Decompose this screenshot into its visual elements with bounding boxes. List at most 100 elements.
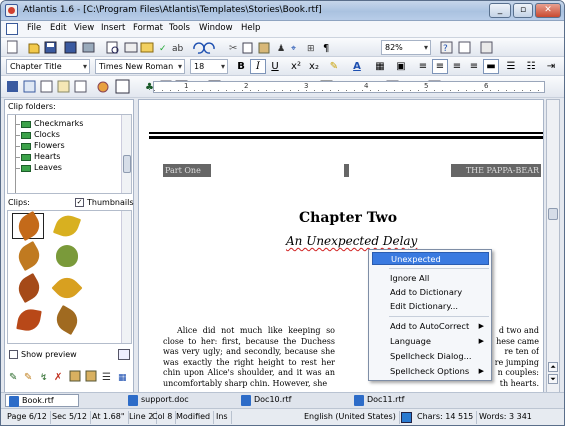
clip-leaf-6[interactable] (51, 272, 83, 304)
svg-text:¶: ¶ (323, 43, 329, 54)
menu-language[interactable]: Language ▶ (372, 335, 489, 348)
menu-add-to-autocorrect[interactable]: Add to AutoCorrect ▶ (372, 320, 489, 333)
clip-leaf-8[interactable] (51, 304, 83, 336)
paragraph-shading-button[interactable]: ▦ (372, 59, 388, 74)
menu-separator (389, 268, 489, 269)
body-line: re ten of (504, 347, 539, 356)
bullets-button[interactable]: ☰ (503, 59, 519, 74)
top-rule-thick (149, 136, 543, 139)
highlight-button[interactable]: ✎ (326, 59, 342, 74)
tab-book[interactable]: Book.rtf (5, 394, 79, 407)
borders-button[interactable]: ▣ (393, 59, 409, 74)
menu-spellcheck-dialog[interactable]: Spellcheck Dialog... (372, 350, 489, 363)
menu-file[interactable]: File (27, 23, 41, 33)
submenu-arrow-icon: ▶ (478, 337, 484, 345)
show-preview-checkbox[interactable] (9, 350, 18, 359)
thumbnails-label: Thumbnails (87, 198, 134, 207)
status-position: At 1.68" (89, 411, 129, 424)
folder-item-clocks[interactable]: Clocks (34, 130, 60, 139)
menu-ignore-all[interactable]: Ignore All (372, 272, 489, 285)
italic-button[interactable]: I (250, 59, 266, 74)
underline-button[interactable]: U (267, 59, 283, 74)
toolbar-right-icons[interactable]: ? (439, 40, 559, 55)
document-scroll-thumb[interactable] (548, 208, 558, 220)
menu-item-label: Add to AutoCorrect (390, 321, 470, 331)
clips-gallery[interactable] (7, 210, 132, 344)
ruler-number: 5 (424, 82, 429, 90)
body-column-1: Alice did not much like keeping so close… (163, 326, 335, 388)
chars-icon (401, 412, 412, 423)
menu-help[interactable]: Help (241, 23, 260, 33)
standard-toolbar-icons[interactable]: ✓ ab ✂ ♟ ⌖ ⊞ ¶ (7, 40, 337, 55)
tools-toolbar: ♣ ☺ ζ ⊕ ⋯ ⌐ ✋ ⚡ ▤ ▤ ← → 1 2 3 4 (1, 76, 564, 98)
app-icon (5, 4, 18, 17)
minimize-button[interactable]: _ (489, 3, 511, 18)
clip-folder-tree[interactable]: Checkmarks Clocks Flowers Hearts Leaves (7, 114, 132, 194)
zoom-select[interactable]: 82% (381, 40, 431, 55)
ruler[interactable]: 1 2 3 4 5 6 (153, 81, 546, 93)
justify-button[interactable]: ≡ (466, 59, 482, 74)
svg-text:ab: ab (172, 44, 184, 54)
prev-page-button[interactable]: ⏶ (548, 362, 558, 372)
numbering-button[interactable]: ☷ (523, 59, 539, 74)
folder-icon (21, 132, 31, 139)
menu-tools[interactable]: Tools (169, 23, 190, 33)
size-select[interactable]: 18 (190, 59, 228, 74)
subscript-button[interactable]: x₂ (306, 59, 322, 74)
menu-add-to-dictionary[interactable]: Add to Dictionary (372, 286, 489, 299)
close-button[interactable]: ✕ (535, 3, 561, 18)
tab-support[interactable]: support.doc (125, 394, 205, 407)
menu-format[interactable]: Format (133, 23, 163, 33)
menu-edit-dictionary[interactable]: Edit Dictionary... (372, 300, 489, 313)
folder-item-hearts[interactable]: Hearts (34, 152, 60, 161)
menu-view[interactable]: View (74, 23, 94, 33)
next-page-button[interactable]: ⏷ (548, 374, 558, 384)
align-center-button[interactable]: ≡ (432, 59, 448, 74)
menu-window[interactable]: Window (199, 23, 233, 33)
folder-item-flowers[interactable]: Flowers (34, 141, 65, 150)
status-chars: Chars: 14 515 (414, 411, 478, 424)
bold-button[interactable]: B (233, 59, 249, 74)
folder-item-leaves[interactable]: Leaves (34, 163, 62, 172)
tree-line (15, 124, 20, 125)
line-spacing-button[interactable]: ▬ (483, 59, 499, 74)
body-line: d two and (498, 326, 539, 335)
align-left-button[interactable]: ≡ (415, 59, 431, 74)
menu-spellcheck-options[interactable]: Spellcheck Options ▶ (372, 365, 489, 378)
menu-insert[interactable]: Insert (101, 23, 125, 33)
chapter-subtitle: An Unexpected Delay (286, 234, 418, 248)
doc-icon[interactable] (6, 23, 18, 35)
tree-line (15, 157, 20, 158)
tab-doc11[interactable]: Doc11.rtf (351, 394, 431, 407)
thumbnails-checkbox[interactable]: ✓ (75, 198, 84, 207)
folder-icon (21, 121, 31, 128)
clip-leaf-7[interactable] (16, 307, 42, 333)
font-color-button[interactable]: A (349, 59, 365, 74)
submenu-arrow-icon: ▶ (478, 367, 484, 375)
align-right-button[interactable]: ≡ (449, 59, 465, 74)
clips-scrollbar[interactable] (121, 211, 131, 343)
tab-doc10[interactable]: Doc10.rtf (238, 394, 318, 407)
menu-edit[interactable]: Edit (50, 23, 66, 33)
superscript-button[interactable]: x² (288, 59, 304, 74)
panel-toolbar-icons[interactable] (6, 79, 136, 94)
clip-leaf-5[interactable] (13, 272, 45, 304)
folder-item-checkmarks[interactable]: Checkmarks (34, 119, 83, 128)
status-language: English (United States) (301, 411, 400, 424)
menu-item-label: Spellcheck Options (390, 366, 470, 376)
document-scrollbar[interactable]: ⏶ ⏷ (546, 99, 560, 393)
indent-button[interactable]: ⇥ (543, 59, 559, 74)
clip-leaf-4[interactable] (56, 245, 78, 267)
font-select[interactable]: Times New Roman (95, 59, 185, 74)
clip-leaf-2[interactable] (52, 211, 82, 241)
suggestion-unexpected[interactable]: Unexpected (372, 252, 489, 265)
clip-tool-icons[interactable]: ✎ ✎ ↯ ✗ ☰ ▦ (8, 368, 132, 384)
clip-leaf-3[interactable] (13, 240, 45, 272)
preview-button[interactable] (118, 349, 130, 360)
scroll-thumb[interactable] (123, 155, 131, 173)
top-rule (149, 132, 543, 134)
svg-text:⊞: ⊞ (307, 44, 315, 54)
folder-scrollbar[interactable] (121, 115, 131, 193)
style-select[interactable]: Chapter Title (6, 59, 90, 74)
maximize-button[interactable]: ▫ (513, 3, 533, 18)
